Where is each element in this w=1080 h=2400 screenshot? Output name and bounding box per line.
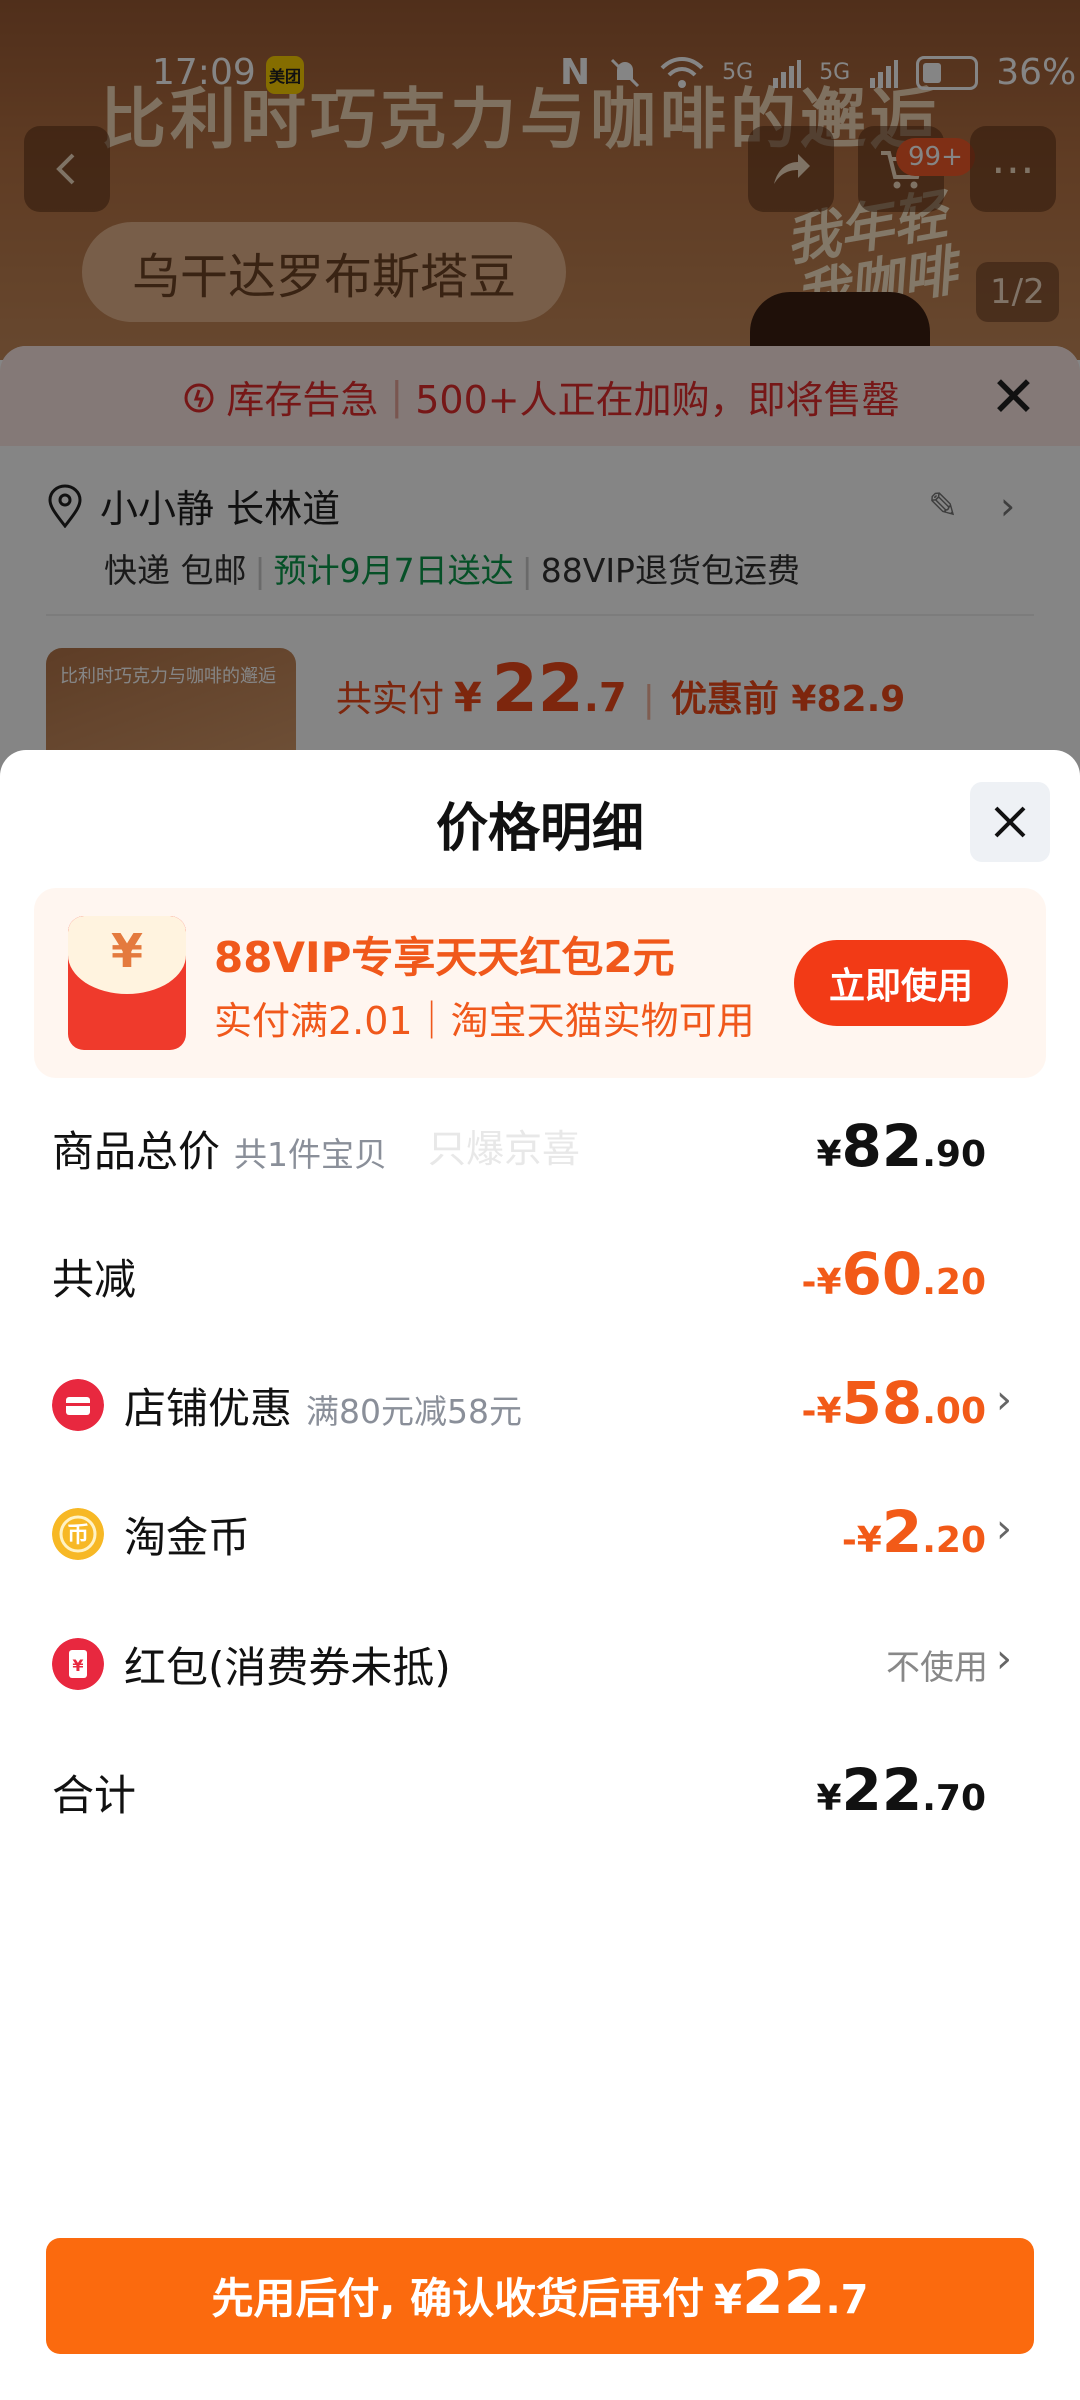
- row-total-reduction: 共减 -¥ 60.20: [0, 1226, 1080, 1316]
- row-taojinbi[interactable]: 币 淘金币 -¥ 2.20 ›: [0, 1484, 1080, 1574]
- row-store-discount[interactable]: 店铺优惠 满80元减58元 -¥ 58.00 ›: [0, 1355, 1080, 1445]
- total-reduction-amount: -¥ 60.20: [801, 1240, 987, 1308]
- store-discount-rule: 满80元减58元: [306, 1392, 522, 1431]
- row-grand-total: 合计 ¥22.70: [0, 1742, 1080, 1832]
- svg-text:币: 币: [67, 1523, 89, 1548]
- red-packet-label: 红包(消费券未抵): [124, 1643, 451, 1692]
- chevron-right-icon: ›: [996, 1506, 1012, 1552]
- grand-total-amount: ¥22.70: [816, 1756, 986, 1824]
- watermark-text: 只爆京喜: [428, 1127, 581, 1171]
- chevron-right-icon: ›: [996, 1636, 1012, 1682]
- total-reduction-label: 共减: [52, 1255, 137, 1304]
- item-count: 共1件宝贝: [234, 1135, 388, 1174]
- store-icon: [52, 1379, 104, 1431]
- store-discount-amount: -¥ 58.00: [801, 1369, 987, 1437]
- red-envelope-icon: ¥: [68, 916, 186, 1050]
- promo-banner: ¥ 88VIP专享天天红包2元 实付满2.01｜淘宝天猫实物可用 立即使用: [34, 888, 1046, 1078]
- item-total-label: 商品总价 共1件宝贝: [52, 1127, 388, 1176]
- item-total-amount: ¥82.90: [816, 1112, 986, 1180]
- pay-button-dec: .7: [825, 2277, 869, 2323]
- taojinbi-amount: -¥ 2.20: [841, 1498, 986, 1566]
- chevron-right-icon: ›: [996, 1377, 1012, 1423]
- promo-title: 88VIP专享天天红包2元: [214, 933, 675, 982]
- sheet-close-button[interactable]: [970, 782, 1050, 862]
- sheet-title: 价格明细: [435, 799, 644, 859]
- use-now-button[interactable]: 立即使用: [794, 940, 1008, 1026]
- price-detail-sheet: 价格明细 ¥ 88VIP专享天天红包2元 实付满2.01｜淘宝天猫实物可用 立即…: [0, 750, 1080, 2400]
- close-icon: [994, 806, 1026, 838]
- promo-subtitle: 实付满2.01｜淘宝天猫实物可用: [214, 999, 755, 1043]
- red-packet-icon: ¥: [52, 1638, 104, 1690]
- red-packet-value: 不使用: [886, 1648, 988, 1688]
- pay-later-button[interactable]: 先用后付, 确认收货后再付 ¥ 22 .7: [46, 2238, 1034, 2354]
- store-discount-label: 店铺优惠 满80元减58元: [124, 1384, 522, 1433]
- pay-button-text: 先用后付, 确认收货后再付: [211, 2274, 705, 2323]
- pay-button-currency: ¥: [714, 2277, 742, 2323]
- gold-coin-icon: 币: [52, 1508, 104, 1560]
- taojinbi-label: 淘金币: [124, 1513, 251, 1562]
- pay-button-int: 22: [741, 2258, 826, 2328]
- row-red-packet[interactable]: ¥ 红包(消费券未抵) 不使用 ›: [0, 1614, 1080, 1704]
- grand-total-label: 合计: [52, 1771, 137, 1820]
- svg-text:¥: ¥: [72, 1656, 83, 1675]
